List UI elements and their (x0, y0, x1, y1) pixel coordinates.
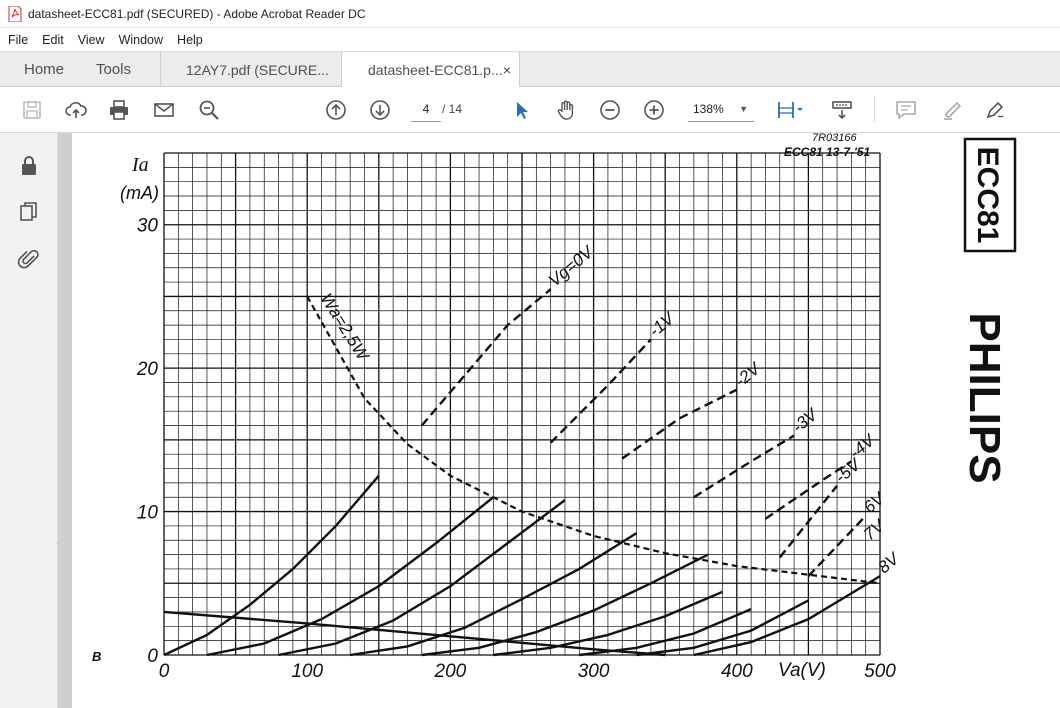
previous-page-button[interactable] (323, 97, 349, 123)
left-navigation-pane (0, 133, 58, 708)
save-button[interactable] (19, 97, 45, 123)
print-icon (110, 100, 128, 120)
tab-document-ecc81[interactable]: datasheet-ECC81.p... × (341, 52, 520, 88)
series-label: 7V (860, 515, 889, 544)
arrow-down-circle-icon (370, 100, 390, 120)
series-label: 8V (874, 548, 903, 577)
search-zoom-icon (199, 100, 219, 120)
email-button[interactable] (151, 97, 177, 123)
x-axis-label: Va(V) (778, 660, 826, 681)
toolbar-separator (874, 96, 875, 122)
x-tick-label: 0 (159, 661, 170, 682)
arrow-up-circle-icon (326, 100, 346, 120)
tube-label: ECC81 (971, 147, 1004, 244)
pdf-page: Vg=0V -1V -2V -3V -4V -5V 6V 7V 8V Wa=2,5W 0 100 200… (72, 133, 1060, 708)
x-tick-label: 200 (434, 661, 467, 682)
menu-window[interactable]: Window (119, 33, 163, 47)
scroll-mode-button[interactable] (829, 97, 855, 123)
sign-icon (986, 101, 1004, 119)
tab-doc1-label: 12AY7.pdf (SECURE... (186, 61, 329, 78)
pointer-icon (517, 102, 528, 119)
tab-home-label: Home (24, 61, 65, 78)
page-total: / 14 (442, 102, 463, 116)
search-button[interactable] (196, 97, 222, 123)
print-button[interactable] (106, 97, 132, 123)
pages-icon[interactable] (17, 200, 41, 224)
series-line-dashed (420, 288, 552, 427)
highlight-icon (944, 101, 962, 120)
y-tick-label: 20 (136, 359, 159, 380)
attachment-icon[interactable] (17, 247, 41, 271)
zoom-out-icon (600, 100, 620, 120)
x-tick-label: 400 (721, 661, 753, 682)
zoom-level-value: 138% (693, 102, 724, 116)
series-line-dashed (693, 434, 795, 499)
series-line (693, 575, 881, 657)
menu-view[interactable]: View (78, 33, 105, 47)
reference-code: 7R03166 (812, 133, 858, 144)
zoom-in-button[interactable] (641, 97, 667, 123)
menu-help[interactable]: Help (177, 33, 203, 47)
fit-page-button[interactable] (773, 97, 809, 123)
tab-tools-label: Tools (96, 61, 132, 78)
window-title: datasheet-ECC81.pdf (SECURED) - Adobe Ac… (28, 6, 366, 21)
tab-home[interactable]: Home (24, 52, 64, 87)
hand-icon (557, 100, 574, 120)
y-tick-label: 0 (147, 646, 158, 667)
tab-tools[interactable]: Tools (96, 52, 131, 87)
series-label: Vg=0V (545, 242, 598, 291)
tab-document-12ay7[interactable]: 12AY7.pdf (SECURE... (186, 52, 329, 87)
y-tick-label: 30 (137, 216, 159, 237)
brand-logo: PHILIPS (960, 312, 1009, 483)
menu-bar: File Edit View Window Help (0, 28, 1060, 51)
x-tick-label: 500 (864, 661, 896, 682)
corner-mark: B (92, 649, 101, 664)
zoom-out-button[interactable] (597, 97, 623, 123)
y-axis-label: Ia (131, 154, 149, 176)
zoom-level-select[interactable]: 138% ▼ (688, 96, 754, 122)
x-tick-label: 300 (578, 661, 610, 682)
hand-tool-button[interactable] (553, 97, 579, 123)
comment-button[interactable] (893, 97, 919, 123)
comment-icon (896, 101, 916, 120)
series-label: 6V (860, 488, 889, 517)
save-icon (23, 101, 41, 119)
select-tool-button[interactable] (509, 97, 535, 123)
tab-bar: Home Tools 12AY7.pdf (SECURE... datashee… (0, 51, 1060, 88)
cloud-upload-icon (65, 102, 87, 118)
mail-icon (154, 103, 174, 117)
tab-doc2-label: datasheet-ECC81.p... (368, 62, 503, 78)
sign-button[interactable] (982, 97, 1008, 123)
reference-date: ECC81 13-7-'51 (784, 145, 871, 159)
tab-close-icon[interactable]: × (503, 62, 511, 78)
fit-page-icon (778, 102, 803, 118)
upload-button[interactable] (63, 97, 89, 123)
y-tick-label: 10 (137, 503, 159, 524)
document-view: Vg=0V -1V -2V -3V -4V -5V 6V 7V 8V Wa=2,5W 0 100 200… (58, 133, 1060, 708)
series-label: -3V (788, 404, 822, 437)
chevron-down-icon: ▼ (739, 104, 748, 114)
page-number-input[interactable]: 4 (411, 96, 441, 122)
zoom-in-icon (644, 100, 664, 120)
x-tick-label: 100 (291, 661, 323, 682)
tab-divider (160, 52, 161, 87)
menu-file[interactable]: File (8, 33, 28, 47)
acrobat-app-icon (8, 5, 22, 22)
next-page-button[interactable] (367, 97, 393, 123)
tube-characteristic-chart: Vg=0V-1V-2V-3V-4V-5V6V7V8VWa=2,5W0 100 200… (92, 133, 1017, 682)
title-bar: datasheet-ECC81.pdf (SECURED) - Adobe Ac… (0, 0, 1060, 28)
series-label: -1V (645, 308, 679, 341)
series-line-dashed (549, 338, 652, 444)
y-axis-unit: (mA) (120, 183, 159, 203)
scroll-mode-icon (832, 101, 852, 120)
lock-icon[interactable] (17, 154, 41, 178)
highlight-button[interactable] (939, 97, 965, 123)
menu-edit[interactable]: Edit (42, 33, 64, 47)
